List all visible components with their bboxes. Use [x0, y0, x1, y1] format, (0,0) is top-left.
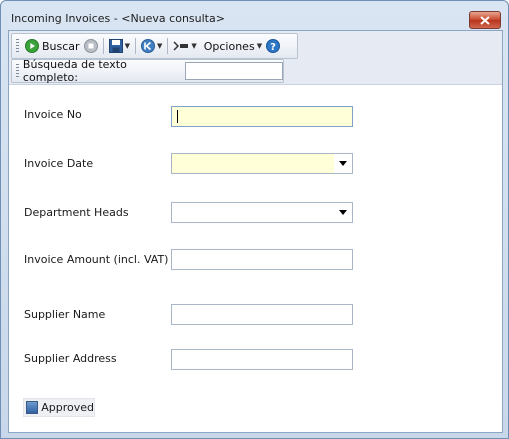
full-text-search-input[interactable] [185, 62, 283, 80]
main-toolbar: Buscar ▼ ▼ ▼ Opciones ▼ ? [11, 33, 298, 59]
chevron-down-icon [339, 161, 347, 166]
options-button[interactable]: Opciones ▼ [199, 36, 264, 56]
invoice-date-dropdown-button[interactable] [334, 154, 352, 173]
approved-label: Approved [41, 401, 94, 414]
toolbar-separator [102, 38, 104, 54]
invoice-amount-label: Invoice Amount (incl. VAT) [24, 253, 169, 266]
options-button-label: Opciones [203, 39, 255, 53]
approved-checkbox-control[interactable]: Approved [23, 398, 95, 417]
help-button[interactable]: ? [264, 36, 282, 56]
invoice-no-label: Invoice No [24, 108, 82, 121]
view-icon [173, 41, 189, 51]
chevron-down-icon: ▼ [191, 42, 197, 50]
query-window: Incoming Invoices - <Nueva consulta> Bus… [0, 0, 509, 439]
toolbar-area: Buscar ▼ ▼ ▼ Opciones ▼ ? Búsqueda de te… [9, 31, 502, 85]
supplier-address-field[interactable] [171, 349, 353, 370]
full-text-search-label: Búsqueda de texto completo: [22, 58, 127, 84]
svg-text:?: ? [270, 42, 276, 53]
chevron-down-icon [339, 210, 347, 215]
supplier-address-label: Supplier Address [24, 352, 117, 365]
save-icon [108, 39, 123, 53]
title-bar[interactable]: Incoming Invoices - <Nueva consulta> [1, 1, 508, 30]
window-title: Incoming Invoices - <Nueva consulta> [11, 12, 225, 25]
department-heads-label: Department Heads [24, 206, 129, 219]
view-button[interactable]: ▼ [171, 36, 198, 56]
history-button[interactable]: ▼ [139, 36, 164, 56]
client-area: Buscar ▼ ▼ ▼ Opciones ▼ ? Búsqueda de te… [8, 30, 503, 433]
toolbar-grip[interactable] [16, 39, 19, 53]
search-button[interactable]: Buscar [23, 36, 82, 56]
stop-button[interactable] [82, 36, 100, 56]
department-heads-dropdown-button[interactable] [334, 203, 352, 222]
invoice-no-field[interactable] [171, 106, 353, 127]
department-heads-field[interactable] [171, 202, 353, 223]
text-caret [177, 110, 178, 123]
help-icon: ? [266, 39, 281, 53]
chevron-down-icon: ▼ [256, 42, 263, 50]
close-button[interactable] [469, 11, 501, 29]
close-icon [480, 15, 490, 25]
approved-checkbox[interactable] [26, 401, 39, 414]
invoice-date-label: Invoice Date [24, 157, 94, 170]
search-toolbar: Búsqueda de texto completo: [11, 58, 284, 84]
toolbar-grip[interactable] [16, 64, 19, 78]
search-button-label: Buscar [42, 39, 80, 53]
toolbar-separator [167, 38, 169, 54]
stop-icon [83, 39, 98, 53]
supplier-name-label: Supplier Name [24, 308, 106, 321]
toolbar-separator [134, 38, 136, 54]
chevron-down-icon: ▼ [124, 42, 130, 50]
back-icon [140, 39, 155, 53]
play-icon [25, 39, 39, 53]
supplier-name-field[interactable] [171, 304, 353, 325]
save-button[interactable]: ▼ [107, 36, 132, 56]
chevron-down-icon: ▼ [156, 42, 163, 50]
invoice-date-field[interactable] [171, 153, 353, 174]
invoice-amount-field[interactable] [171, 249, 353, 270]
